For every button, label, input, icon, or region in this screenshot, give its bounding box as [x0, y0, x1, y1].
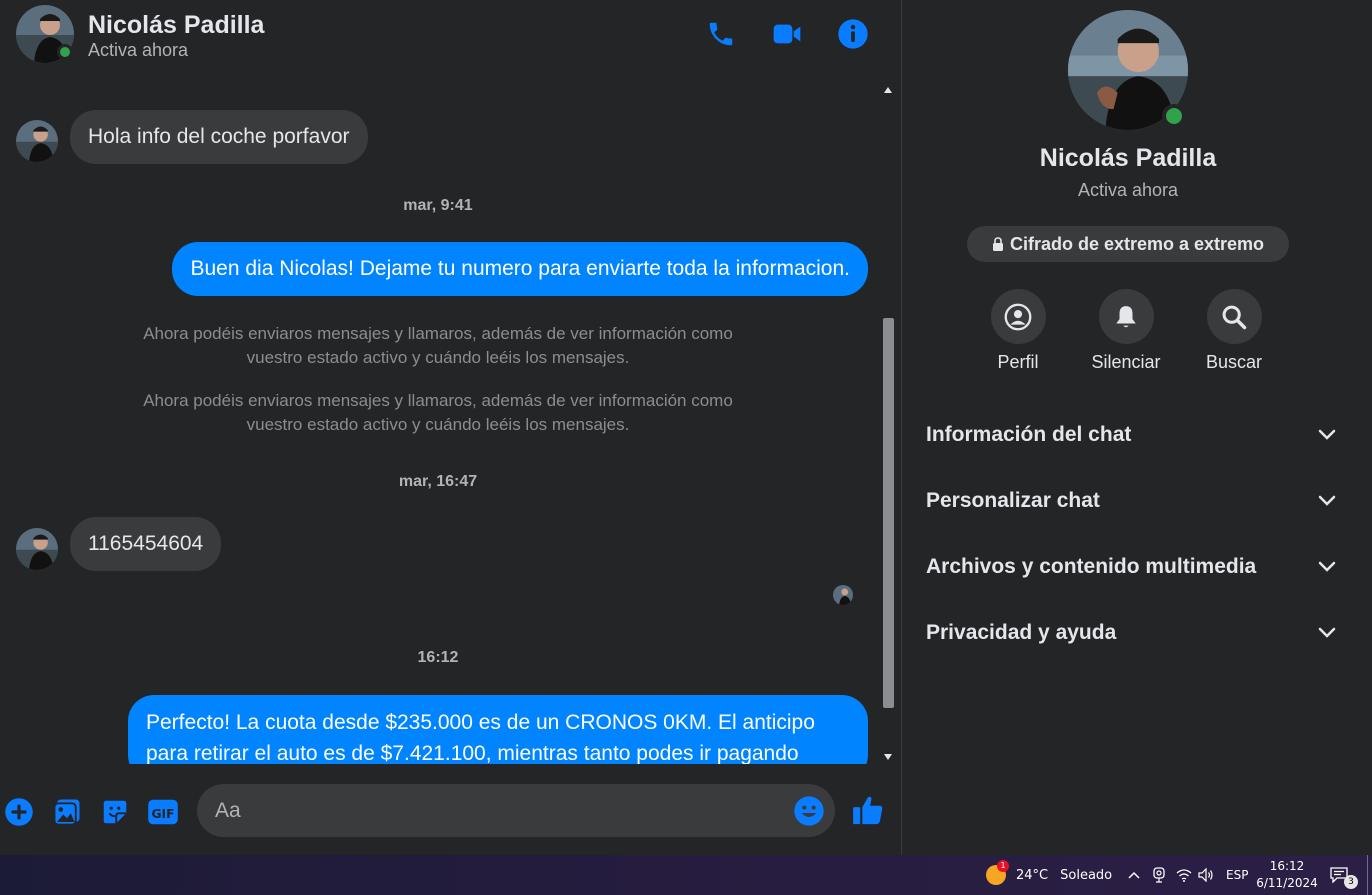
message-input[interactable] [215, 784, 775, 837]
mute-button-label: Silenciar [1091, 352, 1161, 372]
show-hidden-icons-button[interactable] [1127, 855, 1141, 895]
plus-icon [5, 798, 33, 826]
like-icon [853, 796, 883, 825]
windows-taskbar: 1 24°C Soleado ESP 16:12 6/11/2024 3 [0, 855, 1372, 895]
temperature: 24°C [1016, 867, 1049, 883]
timestamp: mar, 9:41 [403, 197, 473, 214]
webcam-icon [1153, 867, 1165, 883]
search-button[interactable]: Buscar [1179, 289, 1289, 373]
chat-pane: Nicolás Padilla Activa ahora Hola info d… [0, 0, 901, 855]
encryption-label: Cifrado de extremo a extremo [1009, 233, 1265, 254]
system-notice-line: Ahora podéis enviaros mensajes y llamaro… [143, 391, 733, 410]
profile-status: Activa ahora [1077, 180, 1179, 200]
meet-now-button[interactable] [1152, 855, 1166, 895]
clock[interactable]: 16:12 6/11/2024 [1256, 855, 1318, 895]
chevron-down-icon [1318, 429, 1336, 440]
profile-button-circle [990, 289, 1046, 344]
sender-avatar [16, 120, 58, 162]
outgoing-message[interactable]: Perfecto! La cuota desde $235.000 es de … [128, 695, 868, 764]
image-icon [53, 799, 80, 826]
gif-icon: GIF [148, 799, 178, 825]
clock-time: 16:12 [1269, 859, 1305, 873]
network-button[interactable] [1176, 855, 1192, 895]
scroll-down-icon[interactable] [884, 754, 892, 760]
section-media-files[interactable]: Archivos y contenido multimedia [926, 542, 1336, 592]
profile-button[interactable]: Perfil [963, 289, 1073, 373]
search-button-label: Buscar [1205, 352, 1263, 372]
profile-button-label: Perfil [997, 352, 1039, 372]
phone-icon [709, 22, 733, 46]
svg-text:GIF: GIF [151, 807, 174, 821]
mute-button[interactable]: Silenciar [1071, 289, 1181, 373]
system-notice: Ahora podéis enviaros mensajes y llamaro… [0, 389, 876, 437]
chevron-down-icon [1318, 495, 1336, 506]
scroll-thumb[interactable] [883, 318, 894, 708]
section-customize-chat[interactable]: Personalizar chat [926, 476, 1336, 526]
emoji-icon[interactable] [793, 795, 825, 827]
section-label: Archivos y contenido multimedia [926, 555, 1257, 578]
chevron-up-icon [1128, 871, 1140, 879]
online-indicator [57, 44, 73, 60]
composer: GIF [0, 768, 901, 855]
message-input-box [197, 784, 835, 837]
volume-button[interactable] [1198, 855, 1214, 895]
search-button-circle [1206, 289, 1262, 344]
section-privacy-support[interactable]: Privacidad y ayuda [926, 608, 1336, 658]
message-thread[interactable]: Hola info del coche porfavor mar, 9:41 B… [0, 80, 880, 764]
like-button[interactable] [850, 792, 886, 828]
mute-button-circle [1098, 289, 1154, 344]
timestamp: mar, 16:47 [398, 473, 478, 490]
weather-widget[interactable]: 1 24°C Soleado [986, 855, 1112, 895]
outgoing-message[interactable]: Buen dia Nicolas! Dejame tu numero para … [172, 242, 868, 296]
section-label: Información del chat [926, 423, 1132, 446]
thread-scrollbar[interactable] [880, 83, 897, 764]
sticker-button[interactable] [98, 795, 132, 829]
show-desktop-button[interactable] [1367, 855, 1368, 895]
lock-icon [992, 237, 1003, 251]
speaker-icon [1198, 868, 1213, 882]
chat-header: Nicolás Padilla Activa ahora [0, 0, 901, 68]
chevron-down-icon [1318, 561, 1336, 572]
encryption-badge[interactable]: Cifrado de extremo a extremo [967, 226, 1289, 262]
online-indicator [1162, 104, 1186, 128]
system-notice-line: Ahora podéis enviaros mensajes y llamaro… [143, 324, 733, 343]
sender-avatar [16, 528, 58, 570]
section-label: Privacidad y ayuda [926, 621, 1117, 644]
notification-center-button[interactable]: 3 [1330, 855, 1358, 895]
info-icon [838, 19, 868, 49]
profile-icon [1004, 303, 1032, 330]
profile-name: Nicolás Padilla [1039, 144, 1217, 172]
clock-date: 6/11/2024 [1256, 876, 1318, 890]
search-icon [1222, 305, 1247, 329]
contact-status: Activa ahora [88, 40, 189, 60]
chevron-down-icon [1318, 627, 1336, 638]
attach-image-button[interactable] [50, 795, 84, 829]
notification-count: 3 [1344, 875, 1358, 889]
more-actions-button[interactable] [2, 795, 36, 829]
call-button[interactable] [704, 17, 738, 51]
contact-name[interactable]: Nicolás Padilla [88, 11, 264, 40]
weather-condition: Soleado [1060, 867, 1113, 883]
weather-alert-badge: 1 [997, 860, 1009, 872]
input-language-button[interactable]: ESP [1226, 855, 1248, 895]
video-call-button[interactable] [770, 17, 804, 51]
conversation-info-panel: Nicolás Padilla Activa ahora Cifrado de … [902, 0, 1372, 855]
incoming-message[interactable]: Hola info del coche porfavor [70, 110, 368, 164]
timestamp: 16:12 [417, 649, 459, 666]
conversation-info-button[interactable] [836, 17, 870, 51]
gif-button[interactable]: GIF [146, 795, 180, 829]
section-label: Personalizar chat [926, 489, 1100, 512]
read-receipt-avatar [833, 585, 853, 605]
system-notice-line: vuestro estado activo y cuándo leéis los… [246, 348, 630, 367]
bell-icon [1116, 305, 1136, 327]
video-camera-icon [773, 24, 801, 44]
section-chat-info[interactable]: Información del chat [926, 410, 1336, 460]
scroll-up-icon[interactable] [884, 87, 892, 93]
wifi-icon [1176, 869, 1192, 882]
sun-icon: 1 [986, 860, 1009, 885]
incoming-message[interactable]: 1165454604 [70, 517, 222, 571]
system-notice: Ahora podéis enviaros mensajes y llamaro… [0, 322, 876, 370]
system-notice-line: vuestro estado activo y cuándo leéis los… [246, 415, 630, 434]
sticker-icon [103, 800, 127, 824]
